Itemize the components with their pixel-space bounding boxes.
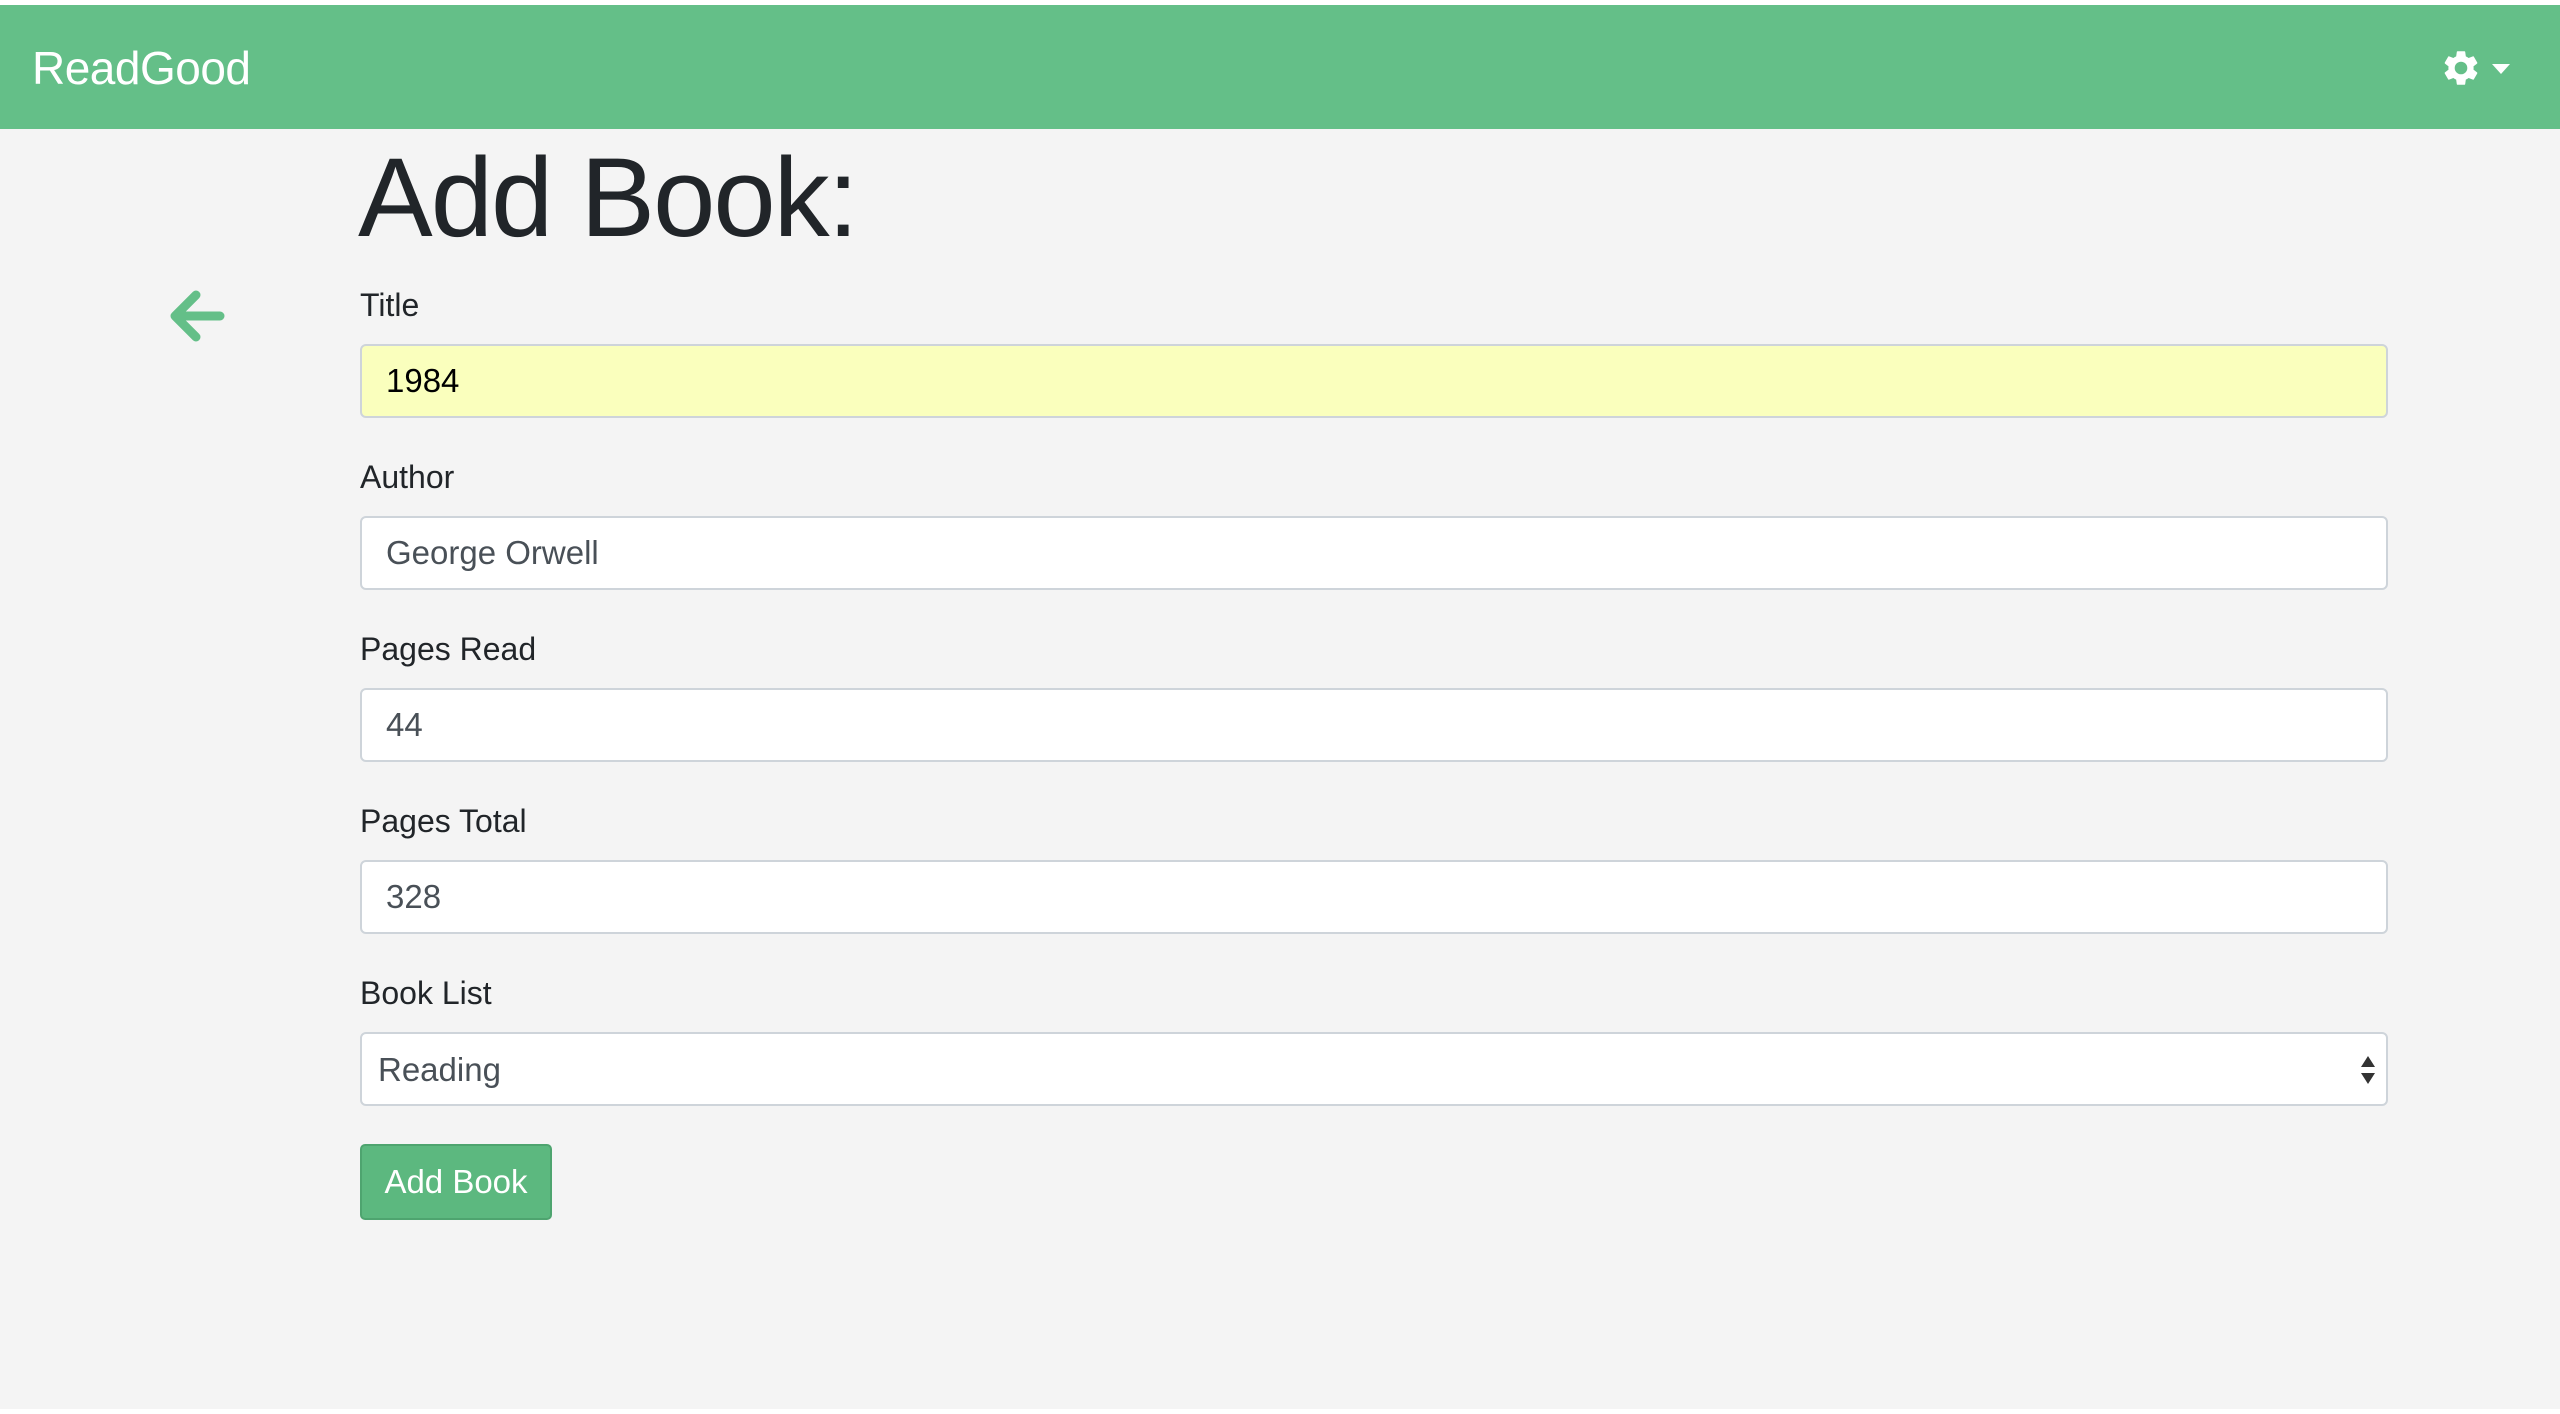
- back-button[interactable]: [162, 281, 232, 351]
- book-list-label: Book List: [360, 975, 492, 1011]
- navbar: ReadGood: [0, 5, 2560, 129]
- page: ReadGood Add Book: Title Author Pages Re…: [0, 5, 2560, 1409]
- book-list-select[interactable]: Reading: [360, 1032, 2388, 1106]
- book-list-selected-value: Reading: [378, 1051, 501, 1088]
- author-label: Author: [360, 459, 455, 495]
- select-arrows-icon: [2361, 1056, 2375, 1084]
- author-input[interactable]: [360, 516, 2388, 590]
- add-book-button[interactable]: Add Book: [360, 1144, 552, 1220]
- page-title: Add Book:: [358, 135, 859, 260]
- settings-dropdown[interactable]: [2436, 43, 2516, 95]
- pages-read-label: Pages Read: [360, 631, 537, 667]
- arrow-left-icon: [170, 290, 225, 342]
- title-label: Title: [360, 287, 420, 323]
- pages-total-input[interactable]: [360, 860, 2388, 934]
- title-input[interactable]: [360, 344, 2388, 418]
- gear-icon: [2444, 51, 2478, 85]
- brand-logo[interactable]: ReadGood: [32, 40, 251, 96]
- pages-total-label: Pages Total: [360, 803, 527, 839]
- chevron-down-icon: [2492, 64, 2510, 74]
- pages-read-input[interactable]: [360, 688, 2388, 762]
